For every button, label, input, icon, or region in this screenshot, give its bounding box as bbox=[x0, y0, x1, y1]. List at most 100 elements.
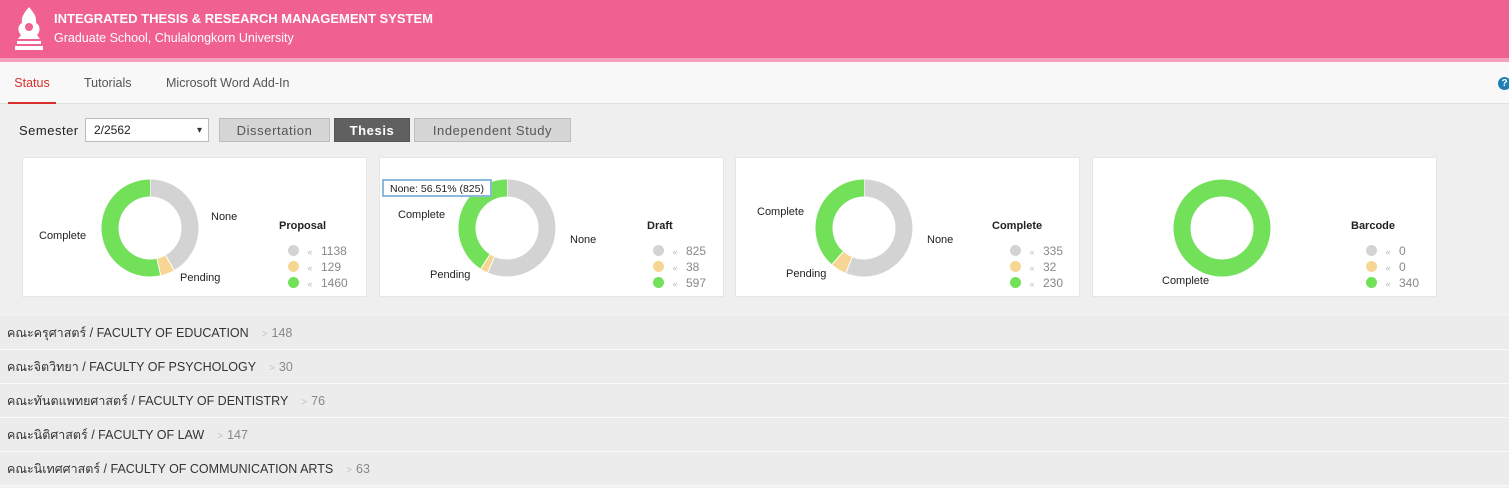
legend-value: 32 bbox=[1043, 260, 1057, 274]
faculty-row[interactable]: คณะจิตวิทยา / FACULTY OF PSYCHOLOGY >30 bbox=[0, 350, 1509, 384]
chart-title: Proposal bbox=[279, 220, 327, 232]
legend-value: 335 bbox=[1043, 244, 1064, 258]
faculty-count: 76 bbox=[311, 394, 326, 408]
pending-dot-icon bbox=[653, 261, 664, 272]
faculty-name: คณะจิตวิทยา / FACULTY OF PSYCHOLOGY bbox=[7, 360, 257, 374]
legend-value: 1138 bbox=[321, 244, 347, 258]
legend-value: 825 bbox=[686, 244, 707, 258]
slice-label-complete: Complete bbox=[1162, 275, 1210, 287]
donut-slice-pending[interactable] bbox=[156, 255, 175, 276]
donut-slice-none[interactable] bbox=[149, 179, 199, 271]
legend-row-none: « 335 bbox=[1010, 244, 1063, 258]
help-icon[interactable]: ? bbox=[1498, 77, 1509, 90]
none-dot-icon bbox=[288, 245, 299, 256]
arrow-icon: « bbox=[1385, 247, 1391, 257]
tab-word-add-in[interactable]: Microsoft Word Add-In bbox=[166, 62, 289, 104]
donut-slice-none[interactable] bbox=[487, 179, 556, 277]
faculty-name: คณะทันตแพทยศาสตร์ / FACULTY OF DENTISTRY bbox=[7, 394, 289, 408]
university-crest-logo bbox=[15, 7, 43, 50]
donut-slice-complete[interactable] bbox=[1173, 179, 1271, 277]
chart-tooltip: None: 56.51% (825) bbox=[382, 179, 492, 197]
tab-status[interactable]: Status bbox=[8, 62, 56, 104]
arrow-icon: « bbox=[672, 263, 678, 273]
semester-value: 2/2562 bbox=[94, 123, 131, 137]
faculty-row[interactable]: คณะทันตแพทยศาสตร์ / FACULTY OF DENTISTRY… bbox=[0, 384, 1509, 418]
faculty-count: 63 bbox=[356, 462, 370, 476]
chart-title: Draft bbox=[647, 220, 673, 232]
arrow-icon: « bbox=[307, 279, 313, 289]
slice-label-pending: Pending bbox=[430, 269, 471, 281]
arrow-icon: « bbox=[672, 247, 678, 257]
tab-tutorials[interactable]: Tutorials bbox=[84, 62, 131, 104]
legend-row-complete: « 230 bbox=[1010, 276, 1063, 290]
faculty-row[interactable]: คณะนิเทศศาสตร์ / FACULTY OF COMMUNICATIO… bbox=[0, 452, 1509, 486]
semester-select[interactable]: 2/2562 ▾ bbox=[85, 118, 209, 142]
legend-row-complete: « 1460 bbox=[288, 276, 348, 290]
donut-slice-complete[interactable] bbox=[458, 179, 508, 269]
slice-label-pending: Pending bbox=[180, 272, 221, 284]
legend-row-none: « 1138 bbox=[288, 244, 347, 258]
slice-label-complete: Complete bbox=[39, 230, 87, 242]
legend-row-complete: « 340 bbox=[1366, 276, 1419, 290]
dissertation-button[interactable]: Dissertation bbox=[219, 118, 330, 142]
pending-dot-icon bbox=[1366, 261, 1377, 272]
proposal-chart-card: None Pending Complete Proposal « 1138 « 12… bbox=[22, 157, 367, 297]
legend-value: 340 bbox=[1399, 276, 1420, 290]
chevron-right-icon: > bbox=[269, 363, 275, 374]
thesis-button[interactable]: Thesis bbox=[334, 118, 410, 142]
draft-chart-card: None Pending Complete Draft « 825 « 38 « 59… bbox=[379, 157, 724, 297]
legend-value: 0 bbox=[1399, 260, 1406, 274]
chevron-right-icon: > bbox=[346, 465, 353, 476]
donut-slice-complete[interactable] bbox=[815, 179, 865, 265]
chevron-down-icon: ▾ bbox=[196, 125, 202, 136]
faculty-name: คณะนิเทศศาสตร์ / FACULTY OF COMMUNICATIO… bbox=[7, 462, 334, 476]
faculty-count: 148 bbox=[271, 326, 293, 340]
legend-value: 230 bbox=[1043, 276, 1064, 290]
arrow-icon: « bbox=[1385, 263, 1391, 273]
slice-label-complete: Complete bbox=[757, 206, 805, 218]
faculty-list: คณะครุศาสตร์ / FACULTY OF EDUCATION >148 … bbox=[0, 316, 1509, 486]
chevron-right-icon: > bbox=[261, 329, 268, 340]
donut-slice-none[interactable] bbox=[845, 179, 913, 277]
legend-row-pending: « 32 bbox=[1010, 260, 1056, 274]
legend-value: 0 bbox=[1399, 244, 1406, 258]
donut-slice-complete[interactable] bbox=[101, 179, 161, 277]
legend-row-pending: « 38 bbox=[653, 260, 699, 274]
faculty-row[interactable]: คณะครุศาสตร์ / FACULTY OF EDUCATION >148 bbox=[0, 316, 1509, 350]
pending-dot-icon bbox=[288, 261, 299, 272]
chevron-right-icon: > bbox=[301, 397, 308, 408]
slice-label-none: None bbox=[570, 234, 597, 246]
slice-label-none: None bbox=[927, 234, 954, 246]
independent-study-button[interactable]: Independent Study bbox=[414, 118, 571, 142]
app-subtitle: Graduate School, Chulalongkorn Universit… bbox=[54, 31, 294, 45]
legend-row-none: «0 bbox=[1366, 244, 1406, 258]
legend-row-complete: « 597 bbox=[653, 276, 706, 290]
none-dot-icon bbox=[1366, 245, 1377, 256]
slice-label-none: None bbox=[211, 211, 238, 223]
donut-slice-pending[interactable] bbox=[831, 251, 853, 273]
faculty-row[interactable]: คณะนิติศาสตร์ / FACULTY OF LAW >147 bbox=[0, 418, 1509, 452]
legend-row-none: « 825 bbox=[653, 244, 706, 258]
slice-label-complete: Complete bbox=[398, 209, 446, 221]
app-header: INTEGRATED THESIS & RESEARCH MANAGEMENT … bbox=[0, 0, 1509, 62]
complete-chart-card: None Pending Complete Complete «335 «32 … bbox=[735, 157, 1080, 297]
slice-label-pending: Pending bbox=[786, 268, 827, 280]
pending-dot-icon bbox=[1010, 261, 1021, 272]
arrow-icon: « bbox=[1029, 247, 1035, 257]
legend-value: 597 bbox=[686, 276, 707, 290]
donut-slice-pending[interactable] bbox=[480, 254, 495, 273]
faculty-name: คณะนิติศาสตร์ / FACULTY OF LAW bbox=[7, 428, 205, 442]
complete-dot-icon bbox=[1010, 277, 1021, 288]
main-nav: Status Tutorials Microsoft Word Add-In ? bbox=[0, 62, 1509, 104]
complete-dot-icon bbox=[1366, 277, 1377, 288]
semester-label: Semester bbox=[19, 123, 79, 138]
legend-value: 1460 bbox=[321, 276, 348, 290]
faculty-count: 147 bbox=[227, 428, 248, 442]
arrow-icon: « bbox=[1385, 279, 1391, 289]
complete-dot-icon bbox=[653, 277, 664, 288]
chart-title: Barcode bbox=[1351, 220, 1396, 232]
legend-row-pending: «0 bbox=[1366, 260, 1406, 274]
legend-value: 38 bbox=[686, 260, 700, 274]
arrow-icon: « bbox=[307, 247, 313, 257]
none-dot-icon bbox=[1010, 245, 1021, 256]
